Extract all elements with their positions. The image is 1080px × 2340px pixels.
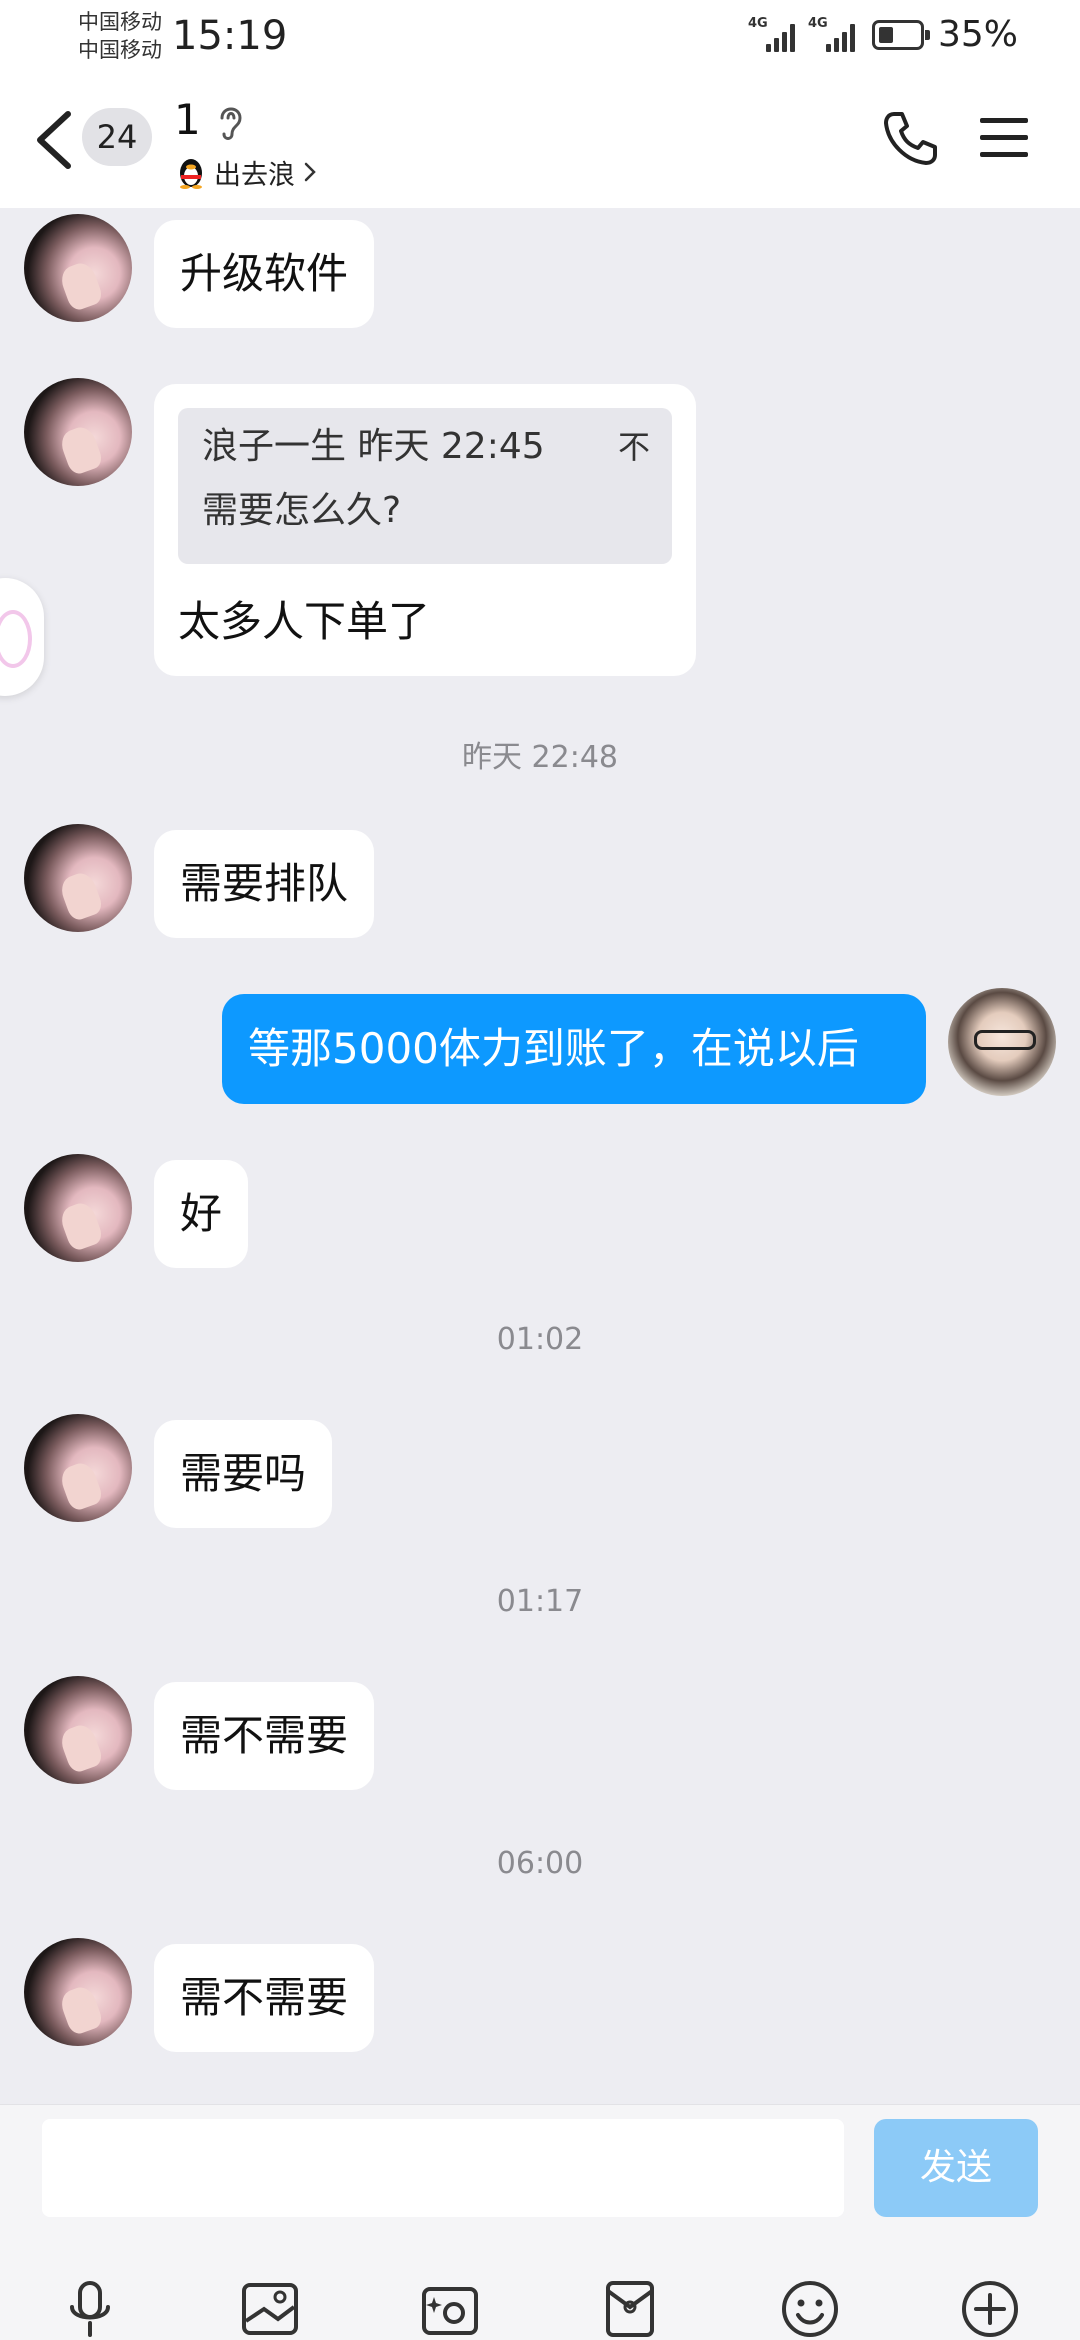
quote-action[interactable]: 不	[618, 422, 650, 472]
carrier-labels: 中国移动 中国移动	[78, 8, 162, 64]
emoji-icon[interactable]	[778, 2277, 842, 2340]
contact-avatar[interactable]	[24, 1938, 132, 2046]
image-icon[interactable]	[238, 2277, 302, 2340]
battery-percentage: 35%	[938, 14, 1019, 55]
message-bubble[interactable]: 需不需要	[154, 1682, 375, 1790]
message-text: 需要吗	[180, 1449, 307, 1498]
my-avatar[interactable]	[948, 988, 1056, 1096]
message-text: 等那5000体力到账了，在说以后	[248, 1024, 859, 1073]
red-packet-icon[interactable]	[598, 2277, 662, 2340]
message-input[interactable]	[42, 2119, 844, 2217]
message-text: 升级软件	[180, 249, 349, 298]
subtitle-text: 出去浪	[214, 159, 295, 191]
contact-avatar[interactable]	[24, 214, 132, 322]
chevron-right-icon	[304, 162, 316, 182]
contact-avatar[interactable]	[24, 378, 132, 486]
microphone-icon[interactable]	[58, 2277, 122, 2340]
contact-avatar[interactable]	[24, 1154, 132, 1262]
unread-count-badge[interactable]: 24	[82, 108, 152, 166]
quoted-message[interactable]: 浪子一生 昨天 22:45 不 需要怎么久?	[178, 408, 672, 564]
phone-call-icon[interactable]	[880, 108, 940, 168]
carrier-1: 中国移动	[78, 10, 162, 34]
chat-subtitle[interactable]: 出去浪	[176, 152, 317, 192]
chat-header: 24 1 出去浪	[0, 72, 1080, 208]
quote-text: 需要怎么久?	[202, 490, 402, 531]
message-bubble[interactable]: 需要排队	[154, 830, 375, 938]
message-text: 好	[180, 1189, 223, 1238]
chat-title[interactable]: 1	[174, 94, 201, 146]
message-bubble[interactable]: 升级软件	[154, 220, 375, 328]
carrier-2: 中国移动	[78, 38, 162, 62]
message-text: 太多人下单了	[178, 597, 431, 646]
message-text: 需不需要	[180, 1973, 349, 2022]
timestamp: 06:00	[496, 1846, 584, 1881]
message-bubble[interactable]: 需要吗	[154, 1420, 333, 1528]
message-text: 需不需要	[180, 1711, 349, 1760]
timestamp: 01:02	[496, 1322, 584, 1357]
floating-assistant-icon[interactable]	[0, 578, 44, 696]
timestamp: 昨天 22:48	[462, 740, 618, 775]
battery-icon	[872, 20, 930, 50]
back-arrow-icon[interactable]	[30, 108, 80, 172]
quote-header: 浪子一生 昨天 22:45	[202, 426, 545, 467]
menu-icon[interactable]	[978, 114, 1030, 162]
camera-icon[interactable]	[418, 2277, 482, 2340]
plus-icon[interactable]	[958, 2277, 1022, 2340]
ear-icon[interactable]	[214, 102, 246, 142]
timestamp: 01:17	[496, 1584, 584, 1619]
input-bar: 发送	[0, 2104, 1080, 2340]
signal-icon-1: 4G	[748, 16, 798, 52]
message-text: 需要排队	[180, 859, 349, 908]
send-button[interactable]: 发送	[874, 2119, 1038, 2217]
my-message-bubble[interactable]: 等那5000体力到账了，在说以后	[222, 994, 926, 1104]
signal-icon-2: 4G	[808, 16, 858, 52]
status-time: 15:19	[172, 13, 288, 59]
contact-avatar[interactable]	[24, 824, 132, 932]
status-bar: 中国移动 中国移动 15:19 4G 4G 35%	[0, 0, 1080, 72]
qq-penguin-icon	[180, 159, 202, 189]
message-list[interactable]: 升级软件 太多人下单了 浪子一生 昨天 22:45 不 需要怎么久? 昨天 22…	[0, 208, 1080, 2104]
contact-avatar[interactable]	[24, 1676, 132, 1784]
contact-avatar[interactable]	[24, 1414, 132, 1522]
message-bubble[interactable]: 需不需要	[154, 1944, 375, 2052]
message-bubble[interactable]: 好	[154, 1160, 249, 1268]
